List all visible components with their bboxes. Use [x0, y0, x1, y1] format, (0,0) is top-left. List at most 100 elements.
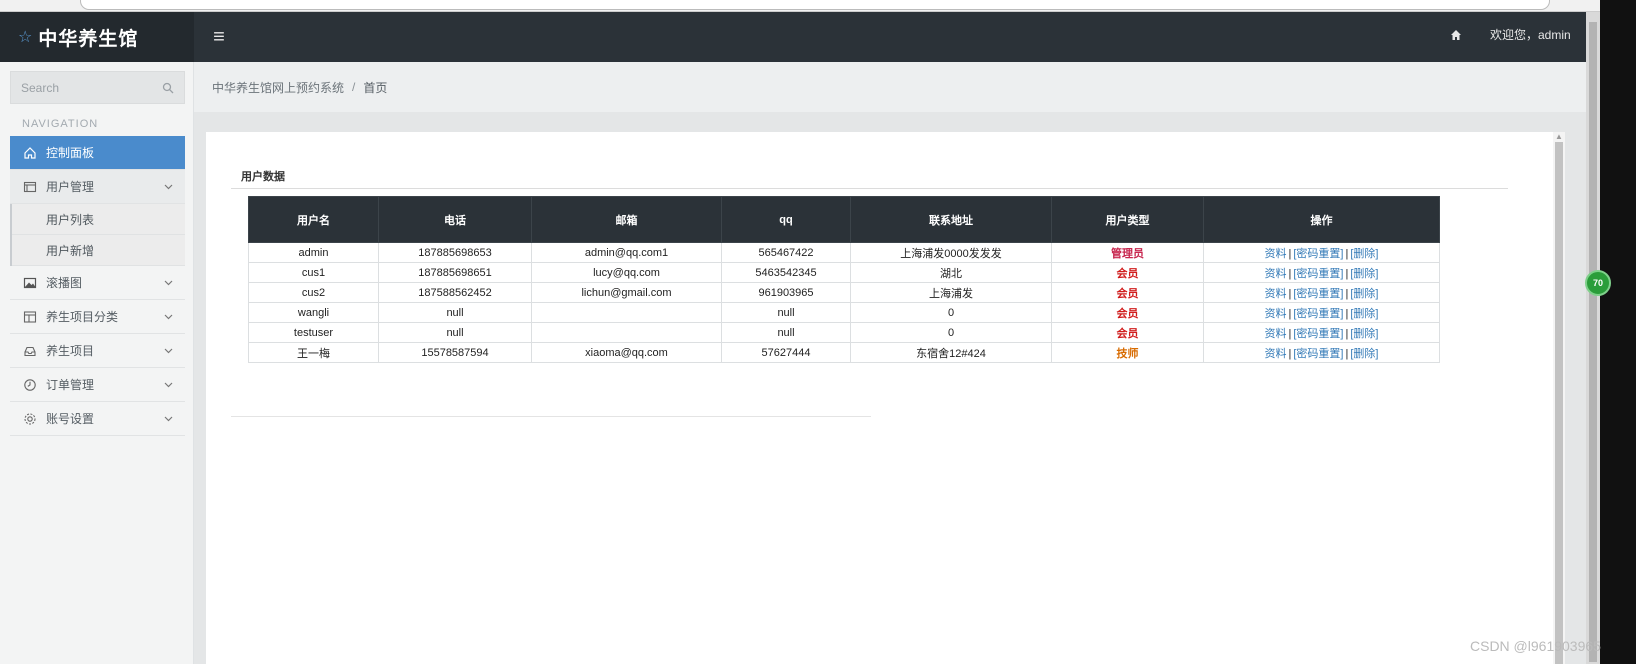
menu-toggle-icon[interactable]: ≡: [194, 12, 244, 62]
column-header-phone: 电话: [378, 196, 532, 243]
action-separator: |: [1288, 247, 1292, 260]
breadcrumb: 中华养生馆网上预约系统 / 首页: [194, 62, 1586, 112]
delete-link[interactable]: [删除]: [1350, 248, 1378, 260]
profile-link[interactable]: 资料: [1265, 348, 1287, 360]
user-data-panel: 用户数据 用户名 电话 邮箱 qq 联系地址 用户类型 操作 admin 187…: [206, 132, 1557, 664]
column-header-address: 联系地址: [850, 196, 1052, 243]
sidebar-item-label: 养生项目: [46, 344, 95, 358]
cell-actions: 资料 | [密码重置] | [删除]: [1203, 322, 1440, 343]
delete-link[interactable]: [删除]: [1350, 308, 1378, 320]
submenu-item-user-add[interactable]: 用户新增: [12, 235, 185, 266]
profile-link[interactable]: 资料: [1265, 268, 1287, 280]
cell-phone: null: [378, 302, 532, 323]
scroll-up-icon[interactable]: ▲: [1555, 132, 1563, 141]
breadcrumb-separator: /: [352, 80, 356, 94]
inbox-icon: [22, 343, 38, 359]
cell-username: testuser: [248, 322, 379, 343]
table-row: wangli null null 0 会员 资料 | [密码重置] | [删除]: [248, 302, 1440, 323]
profile-link[interactable]: 资料: [1265, 308, 1287, 320]
breadcrumb-root[interactable]: 中华养生馆网上预约系统: [212, 79, 344, 96]
top-header: ☆ 中华养生馆 ≡ 欢迎您，admin: [0, 12, 1586, 62]
action-separator: |: [1288, 327, 1292, 340]
cell-user-type: 技师: [1051, 342, 1204, 363]
cell-address: 上海浦发0000发发发: [850, 242, 1052, 263]
table-row: cus1 187885698651 lucy@qq.com 5463542345…: [248, 262, 1440, 283]
action-separator: |: [1345, 327, 1349, 340]
sidebar-item-label: 账号设置: [46, 412, 95, 426]
cell-qq: null: [721, 302, 851, 323]
window-scrollbar-thumb[interactable]: [1589, 22, 1597, 662]
browser-address-strip: [0, 0, 1600, 12]
table-row: 王一梅 15578587594 xiaoma@qq.com 57627444 东…: [248, 342, 1440, 363]
action-separator: |: [1288, 287, 1292, 300]
action-separator: |: [1345, 267, 1349, 280]
search-input[interactable]: Search: [21, 81, 162, 95]
address-bar[interactable]: [80, 0, 1550, 10]
reset-password-link[interactable]: [密码重置]: [1293, 308, 1343, 320]
scrollbar-thumb[interactable]: [1555, 142, 1563, 664]
delete-link[interactable]: [删除]: [1350, 288, 1378, 300]
cell-phone: null: [378, 322, 532, 343]
cell-phone: 187588562452: [378, 282, 532, 303]
window-scrollbar[interactable]: [1586, 12, 1600, 664]
action-separator: |: [1345, 347, 1349, 360]
cell-actions: 资料 | [密码重置] | [删除]: [1203, 262, 1440, 283]
welcome-text[interactable]: 欢迎您，admin: [1490, 26, 1571, 43]
cell-username: wangli: [248, 302, 379, 323]
sidebar-item-user-management[interactable]: 用户管理: [10, 170, 185, 204]
sidebar-item-orders[interactable]: 订单管理: [10, 368, 185, 402]
cell-address: 上海浦发: [850, 282, 1052, 303]
action-separator: |: [1345, 307, 1349, 320]
sidebar-item-project[interactable]: 养生项目: [10, 334, 185, 368]
sidebar: Search NAVIGATION 控制面板 用户管理 用户列表 用户新增 滚播…: [0, 62, 194, 664]
cell-qq: null: [721, 322, 851, 343]
image-icon: [22, 275, 38, 291]
brand[interactable]: ☆ 中华养生馆: [0, 12, 194, 62]
panel-scrollbar[interactable]: ▲: [1553, 132, 1565, 664]
cell-email: admin@qq.com1: [531, 242, 722, 263]
reset-password-link[interactable]: [密码重置]: [1293, 268, 1343, 280]
profile-link[interactable]: 资料: [1265, 248, 1287, 260]
cell-actions: 资料 | [密码重置] | [删除]: [1203, 242, 1440, 263]
action-separator: |: [1288, 347, 1292, 360]
reset-password-link[interactable]: [密码重置]: [1293, 328, 1343, 340]
reset-password-link[interactable]: [密码重置]: [1293, 288, 1343, 300]
cell-actions: 资料 | [密码重置] | [删除]: [1203, 302, 1440, 323]
chevron-down-icon: [164, 382, 173, 388]
delete-link[interactable]: [删除]: [1350, 268, 1378, 280]
main-content: 中华养生馆网上预约系统 / 首页 用户数据 用户名 电话 邮箱 qq 联系地址 …: [194, 62, 1586, 664]
window-icon: [22, 179, 38, 195]
cell-phone: 15578587594: [378, 342, 532, 363]
profile-link[interactable]: 资料: [1265, 288, 1287, 300]
cell-email: lichun@gmail.com: [531, 282, 722, 303]
table-row: cus2 187588562452 lichun@gmail.com 96190…: [248, 282, 1440, 303]
nav-heading: NAVIGATION: [22, 118, 99, 130]
chevron-down-icon: [164, 314, 173, 320]
action-separator: |: [1288, 307, 1292, 320]
action-separator: |: [1345, 247, 1349, 260]
sidebar-item-dashboard[interactable]: 控制面板: [10, 136, 185, 170]
home-icon[interactable]: [1450, 29, 1462, 41]
search-icon[interactable]: [162, 82, 174, 94]
floating-badge[interactable]: 70: [1585, 270, 1611, 296]
sidebar-item-account-settings[interactable]: 账号设置: [10, 402, 185, 436]
delete-link[interactable]: [删除]: [1350, 328, 1378, 340]
reset-password-link[interactable]: [密码重置]: [1293, 348, 1343, 360]
clock-icon: [22, 377, 38, 393]
reset-password-link[interactable]: [密码重置]: [1293, 248, 1343, 260]
sidebar-item-project-category[interactable]: 养生项目分类: [10, 300, 185, 334]
chevron-down-icon: [164, 184, 173, 190]
search-box[interactable]: Search: [10, 71, 185, 104]
cell-actions: 资料 | [密码重置] | [删除]: [1203, 342, 1440, 363]
gear-icon: [22, 411, 38, 427]
column-header-qq: qq: [721, 196, 851, 243]
sidebar-item-label: 控制面板: [46, 146, 95, 160]
cell-email: lucy@qq.com: [531, 262, 722, 283]
delete-link[interactable]: [删除]: [1350, 348, 1378, 360]
column-header-username: 用户名: [248, 196, 379, 243]
sidebar-item-carousel[interactable]: 滚播图: [10, 266, 185, 300]
submenu-item-user-list[interactable]: 用户列表: [12, 204, 185, 235]
cell-username: admin: [248, 242, 379, 263]
profile-link[interactable]: 资料: [1265, 328, 1287, 340]
cell-qq: 961903965: [721, 282, 851, 303]
